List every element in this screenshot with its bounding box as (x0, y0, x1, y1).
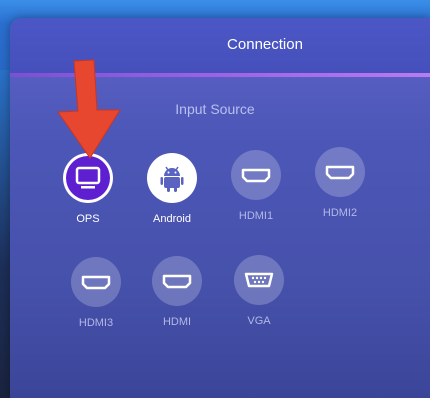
source-hdmi3-button[interactable]: HDMI3 (56, 257, 136, 329)
source-label: HDMI (162, 316, 192, 328)
source-label: HDMI1 (238, 210, 274, 222)
panel-title: Connection (227, 36, 303, 53)
source-vga-button[interactable]: VGA (219, 255, 299, 327)
source-label: HDMI2 (322, 207, 358, 219)
source-hdmi1-button[interactable]: HDMI1 (216, 150, 296, 222)
source-label: VGA (247, 315, 271, 327)
hdmi-icon (241, 168, 271, 183)
red-arrow-icon (57, 59, 121, 159)
source-ops-button[interactable]: OPS (48, 153, 128, 225)
android-icon (160, 166, 184, 192)
hdmi-icon (81, 275, 111, 290)
source-label: HDMI3 (78, 317, 114, 329)
hdmi-icon (162, 274, 192, 289)
input-source-title: Input Source (175, 101, 255, 117)
vga-icon (244, 272, 274, 288)
source-label: OPS (76, 213, 100, 225)
source-hdmi-button[interactable]: HDMI (137, 256, 217, 328)
source-label: Android (153, 213, 191, 225)
hdmi1-circle (231, 150, 281, 200)
hdmi2-circle (315, 147, 365, 197)
hdmi-circle (152, 256, 202, 306)
android-circle (147, 153, 197, 203)
source-android-button[interactable]: Android (132, 153, 212, 225)
hdmi-icon (325, 165, 355, 180)
hdmi3-circle (71, 257, 121, 307)
source-hdmi2-button[interactable]: HDMI2 (300, 147, 380, 219)
vga-circle (234, 255, 284, 305)
